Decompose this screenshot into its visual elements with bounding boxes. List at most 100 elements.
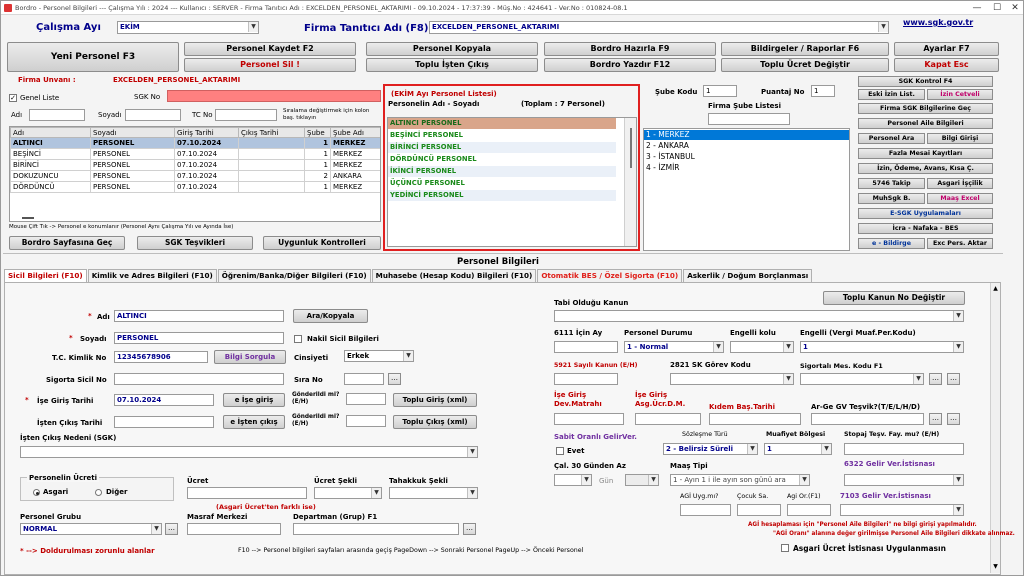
gelir-6322-select[interactable]: ▼	[844, 474, 964, 486]
list-item[interactable]: YEDİNCİ PERSONEL	[388, 190, 616, 201]
bordro-hazirla-button[interactable]: Bordro Hazırla F9	[544, 42, 716, 56]
izin-cetveli-button[interactable]: İzin Cetveli	[927, 89, 993, 100]
firma-select[interactable]: EXCELDEN_PERSONEL_AKTARIMI ▼	[429, 21, 889, 34]
sgk-tesvikleri-button[interactable]: SGK Teşvikleri	[137, 236, 253, 250]
bilgi-girisi-button[interactable]: Bilgi Girişi	[927, 133, 993, 144]
sozlesme-select[interactable]: 2 - Belirsiz Süreli ▼	[663, 443, 758, 455]
toplu-giris-button[interactable]: Toplu Giriş (xml)	[393, 393, 477, 407]
tab-ogrenim[interactable]: Öğrenim/Banka/Diğer Bilgileri (F10)	[217, 269, 371, 282]
personel-kaydet-button[interactable]: Personel Kaydet F2	[184, 42, 356, 56]
list-item[interactable]: BİRİNCİ PERSONEL	[388, 142, 616, 153]
toplu-cikis-button[interactable]: Toplu Çıkış (xml)	[393, 415, 477, 429]
puantaj-input[interactable]: 1	[811, 85, 835, 97]
bordro-yazdir-button[interactable]: Bordro Yazdır F12	[544, 58, 716, 72]
bilgi-sorgula-button[interactable]: Bilgi Sorgula	[214, 350, 286, 364]
tab-muhasebe[interactable]: Muhasebe (Hesap Kodu) Bilgileri (F10)	[371, 269, 537, 282]
sgk-kontrol-button[interactable]: SGK Kontrol F4	[858, 76, 993, 87]
exc-pers-aktar-button[interactable]: Exc Pers. Aktar	[927, 238, 993, 249]
column-header[interactable]: Giriş Tarihi	[174, 127, 239, 138]
tc-input[interactable]: 12345678906	[114, 351, 208, 363]
eski-izin-button[interactable]: Eski İzin List.	[858, 89, 925, 100]
arge-lookup-button-2[interactable]: …	[947, 413, 960, 425]
cinsiyet-select[interactable]: Erkek ▼	[344, 350, 414, 362]
tahakkuk-select[interactable]: ▼	[389, 487, 478, 499]
list-item[interactable]: BEŞİNCİ PERSONEL	[388, 130, 616, 141]
column-header[interactable]: Soyadı	[90, 127, 175, 138]
sigortali-mes-select[interactable]: ▼	[800, 373, 924, 385]
list-item[interactable]: 4 - İZMİR	[644, 163, 849, 173]
nakil-checkbox[interactable]	[294, 335, 302, 343]
asgari-istisna-checkbox[interactable]	[781, 544, 789, 552]
cikis-nedeni-select[interactable]: ▼	[20, 446, 478, 458]
asgari-radio[interactable]	[33, 489, 40, 496]
e-isten-cikis-button[interactable]: e İşten çıkış	[223, 415, 285, 429]
izin-odeme-button[interactable]: İzin, Ödeme, Avans, Kısa Ç.	[858, 163, 993, 174]
maas-tipi-select[interactable]: 1 - Ayın 1 i ile ayın son günü ara ▼	[670, 474, 810, 486]
scrollbar-thumb[interactable]	[630, 128, 632, 168]
asgari-iscilik-button[interactable]: Asgari İşçilik	[927, 178, 993, 189]
soyadi-input[interactable]: PERSONEL	[114, 332, 284, 344]
firma-sgk-button[interactable]: Firma SGK Bilgilerine Geç	[858, 103, 993, 114]
kapat-button[interactable]: Kapat Esc	[894, 58, 999, 72]
muhsgk-button[interactable]: MuhSgk B.	[858, 193, 925, 204]
ise-giris-input[interactable]: 07.10.2024	[114, 394, 214, 406]
close-button[interactable]: ✕	[1005, 2, 1024, 14]
sgk-link[interactable]: www.sgk.gov.tr	[903, 18, 973, 27]
arge-input[interactable]	[811, 413, 924, 425]
calisma-ayi-select[interactable]: EKİM ▼	[117, 21, 259, 34]
maas-excel-button[interactable]: Maaş Excel	[927, 193, 993, 204]
personel-aile-button[interactable]: Personel Aile Bilgileri	[858, 118, 993, 129]
icin-ay-input[interactable]	[554, 341, 618, 353]
kanun-5921-input[interactable]	[554, 373, 618, 385]
tab-bes[interactable]: Otomatik BES / Özel Sigorta (F10)	[537, 269, 683, 282]
column-header[interactable]: Çıkış Tarihi	[238, 127, 305, 138]
ise-giris-dev-input[interactable]	[554, 413, 624, 425]
agi-uyg-input[interactable]	[680, 504, 731, 516]
list-item[interactable]: 3 - İSTANBUL	[644, 152, 849, 162]
agi-or-input[interactable]	[787, 504, 831, 516]
ay-personel-list[interactable]: ALTINCI PERSONEL BEŞİNCİ PERSONEL BİRİNC…	[387, 117, 637, 247]
e-bildirge-button[interactable]: e - Bildirge	[858, 238, 925, 249]
takip-5746-button[interactable]: 5746 Takip	[858, 178, 925, 189]
sube-search-input[interactable]	[708, 113, 790, 125]
gonderildi-input[interactable]	[346, 393, 386, 405]
table-row[interactable]: BEŞİNCİ PERSONEL 07.10.2024 1 MERKEZ	[10, 148, 380, 160]
bildirgeler-button[interactable]: Bildirgeler / Raporlar F6	[721, 42, 889, 56]
tab-askerlik[interactable]: Askerlik / Doğum Borçlanması	[683, 269, 813, 282]
list-item[interactable]: ÜÇÜNCÜ PERSONEL	[388, 178, 616, 189]
stopaj-input[interactable]	[844, 443, 964, 455]
ucret-sekli-select[interactable]: ▼	[314, 487, 382, 499]
tabi-kanun-select[interactable]: ▼	[554, 310, 964, 322]
vertical-scrollbar[interactable]: ▲ ▼	[990, 283, 1000, 573]
tc-no-filter-input[interactable]	[215, 109, 277, 121]
departman-lookup-button[interactable]: …	[463, 523, 476, 535]
list-item[interactable]: DÖRDÜNCÜ PERSONEL	[388, 154, 616, 165]
icra-nafaka-button[interactable]: İcra - Nafaka - BES	[858, 223, 993, 234]
sira-input[interactable]	[344, 373, 384, 385]
sigorta-input[interactable]	[114, 373, 284, 385]
muafiyet-select[interactable]: 1 ▼	[764, 443, 832, 455]
minimize-button[interactable]: —	[967, 2, 987, 14]
toplu-isten-cikis-button[interactable]: Toplu İşten Çıkış	[366, 58, 538, 72]
evet-checkbox[interactable]	[556, 447, 564, 455]
engelli-vergi-select[interactable]: 1 ▼	[800, 341, 964, 353]
personel-ara-button[interactable]: Personel Ara	[858, 133, 925, 144]
uygunluk-kontrolleri-button[interactable]: Uygunluk Kontrolleri	[263, 236, 381, 250]
table-row[interactable]: ALTINCI PERSONEL 07.10.2024 1 MERKEZ	[10, 137, 380, 149]
list-item[interactable]: İKİNCİ PERSONEL	[388, 166, 616, 177]
isten-cikis-input[interactable]	[114, 416, 214, 428]
arge-lookup-button[interactable]: …	[929, 413, 942, 425]
adi-filter-input[interactable]	[29, 109, 85, 121]
table-row[interactable]: DOKUZUNCU PERSONEL 07.10.2024 2 ANKARA	[10, 170, 380, 182]
ayarlar-button[interactable]: Ayarlar F7	[894, 42, 999, 56]
list-item[interactable]: 2 - ANKARA	[644, 141, 849, 151]
masraf-input[interactable]	[187, 523, 281, 535]
sigortali-mes-lookup-button[interactable]: …	[929, 373, 942, 385]
genel-liste-checkbox[interactable]: ✓	[9, 94, 17, 102]
gorev-kodu-select[interactable]: ▼	[670, 373, 794, 385]
ise-giris-asg-input[interactable]	[635, 413, 701, 425]
vertical-scrollbar[interactable]	[624, 118, 636, 246]
grup-select[interactable]: NORMAL ▼	[20, 523, 162, 535]
yeni-personel-button[interactable]: Yeni Personel F3	[7, 42, 179, 72]
fazla-mesai-button[interactable]: Fazla Mesai Kayıtları	[858, 148, 993, 159]
